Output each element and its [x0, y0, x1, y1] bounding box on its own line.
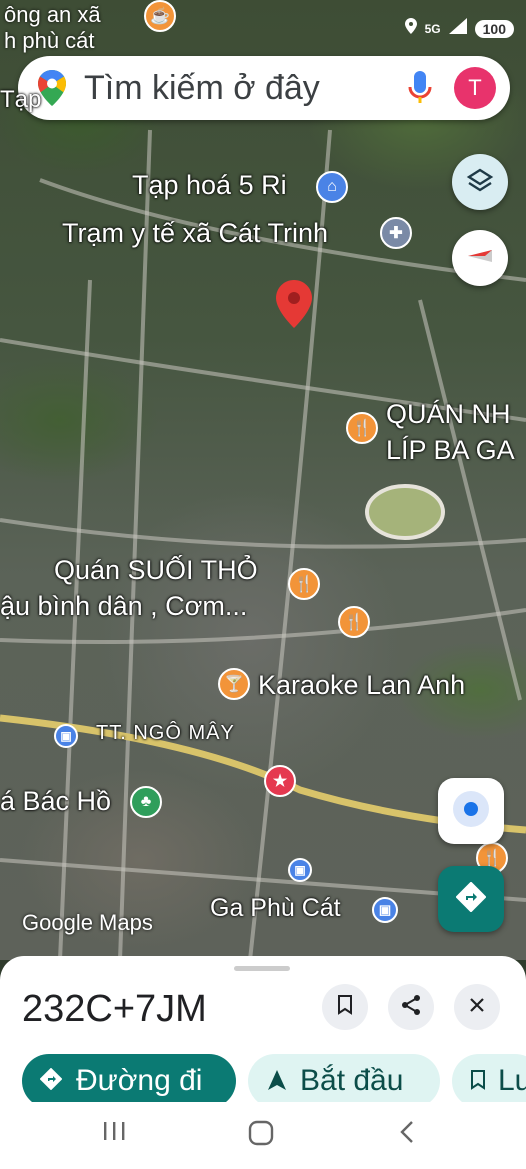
- google-maps-watermark: Google Maps: [22, 910, 153, 935]
- network-indicator: 5G: [424, 21, 441, 36]
- directions-chip[interactable]: Đường đi: [22, 1054, 236, 1108]
- save-chip[interactable]: Lư: [452, 1054, 526, 1108]
- restaurant-2-label[interactable]: Quán SUỐI THỎ ậu bình dân , Cơm...: [0, 552, 258, 624]
- directions-icon: [455, 880, 487, 917]
- karaoke-label[interactable]: Karaoke Lan Anh: [258, 670, 465, 701]
- store-poi-icon[interactable]: ⌂: [316, 171, 348, 203]
- bookmark-icon: [337, 994, 353, 1020]
- town-label: TT. NGÔ MÂY: [96, 722, 235, 744]
- my-location-button[interactable]: [438, 778, 504, 844]
- search-input[interactable]: Tìm kiếm ở đây: [84, 69, 408, 108]
- map-label-left: Tạp: [0, 86, 42, 113]
- share-button[interactable]: [388, 984, 434, 1030]
- restaurant-poi-icon[interactable]: 🍴: [288, 568, 320, 600]
- start-chip-label: Bắt đầu: [300, 1064, 404, 1097]
- restaurant-1-label[interactable]: QUÁN NH LÍP BA GA: [386, 396, 515, 468]
- restaurant-poi-icon[interactable]: 🍴: [346, 412, 378, 444]
- karaoke-poi-icon[interactable]: 🍸: [218, 668, 250, 700]
- landmark-poi-icon[interactable]: ★: [264, 765, 296, 797]
- cafe-poi-icon[interactable]: ☕: [144, 0, 176, 32]
- plus-code-title: 232C+7JM: [22, 988, 207, 1030]
- home-button[interactable]: [248, 1120, 274, 1151]
- share-icon: [400, 994, 422, 1021]
- save-button[interactable]: [322, 984, 368, 1030]
- train-station-icon[interactable]: ▣: [372, 897, 398, 923]
- location-icon: [404, 18, 417, 39]
- maps-logo-icon: [38, 70, 66, 106]
- start-chip[interactable]: Bắt đầu: [248, 1054, 440, 1108]
- bookmark-icon: [470, 1064, 486, 1098]
- close-button[interactable]: [454, 984, 500, 1030]
- park-poi-icon[interactable]: ♣: [130, 786, 162, 818]
- station-label[interactable]: Ga Phù Cát: [210, 894, 341, 923]
- park-label[interactable]: á Bác Hồ: [0, 786, 111, 817]
- system-nav-bar: [0, 1102, 526, 1169]
- bus-stop-icon[interactable]: ▣: [288, 858, 312, 882]
- signal-icon: [448, 18, 467, 39]
- drag-handle[interactable]: [234, 966, 290, 971]
- navigation-arrow-icon: [268, 1064, 286, 1098]
- clinic-label[interactable]: Trạm y tế xã Cát Trinh: [62, 218, 328, 249]
- directions-fab[interactable]: [438, 866, 504, 932]
- map-text-top: ông an xã h phù cát: [4, 2, 101, 53]
- avatar[interactable]: T: [454, 67, 496, 109]
- restaurant-poi-icon[interactable]: 🍴: [338, 606, 370, 638]
- save-chip-label: Lư: [498, 1064, 526, 1097]
- bus-stop-icon[interactable]: ▣: [54, 724, 78, 748]
- close-icon: [469, 997, 485, 1018]
- layers-icon: [466, 166, 494, 199]
- clinic-poi-icon[interactable]: ✚: [380, 217, 412, 249]
- my-location-icon: [451, 789, 491, 834]
- compass-icon: [465, 241, 495, 276]
- status-bar: ông an xã h phù cát ☕ 5G 100: [0, 0, 526, 58]
- back-button[interactable]: [398, 1120, 416, 1149]
- store-label[interactable]: Tạp hoá 5 Ri: [132, 170, 287, 201]
- directions-chip-label: Đường đi: [76, 1064, 203, 1097]
- battery-indicator: 100: [474, 19, 514, 38]
- microphone-icon[interactable]: [408, 71, 432, 105]
- directions-icon: [39, 1064, 63, 1098]
- location-pin-icon[interactable]: [276, 280, 312, 333]
- recent-apps-button[interactable]: [102, 1120, 126, 1147]
- layers-button[interactable]: [452, 154, 508, 210]
- search-bar[interactable]: Tìm kiếm ở đây T: [18, 56, 510, 120]
- compass-button[interactable]: [452, 230, 508, 286]
